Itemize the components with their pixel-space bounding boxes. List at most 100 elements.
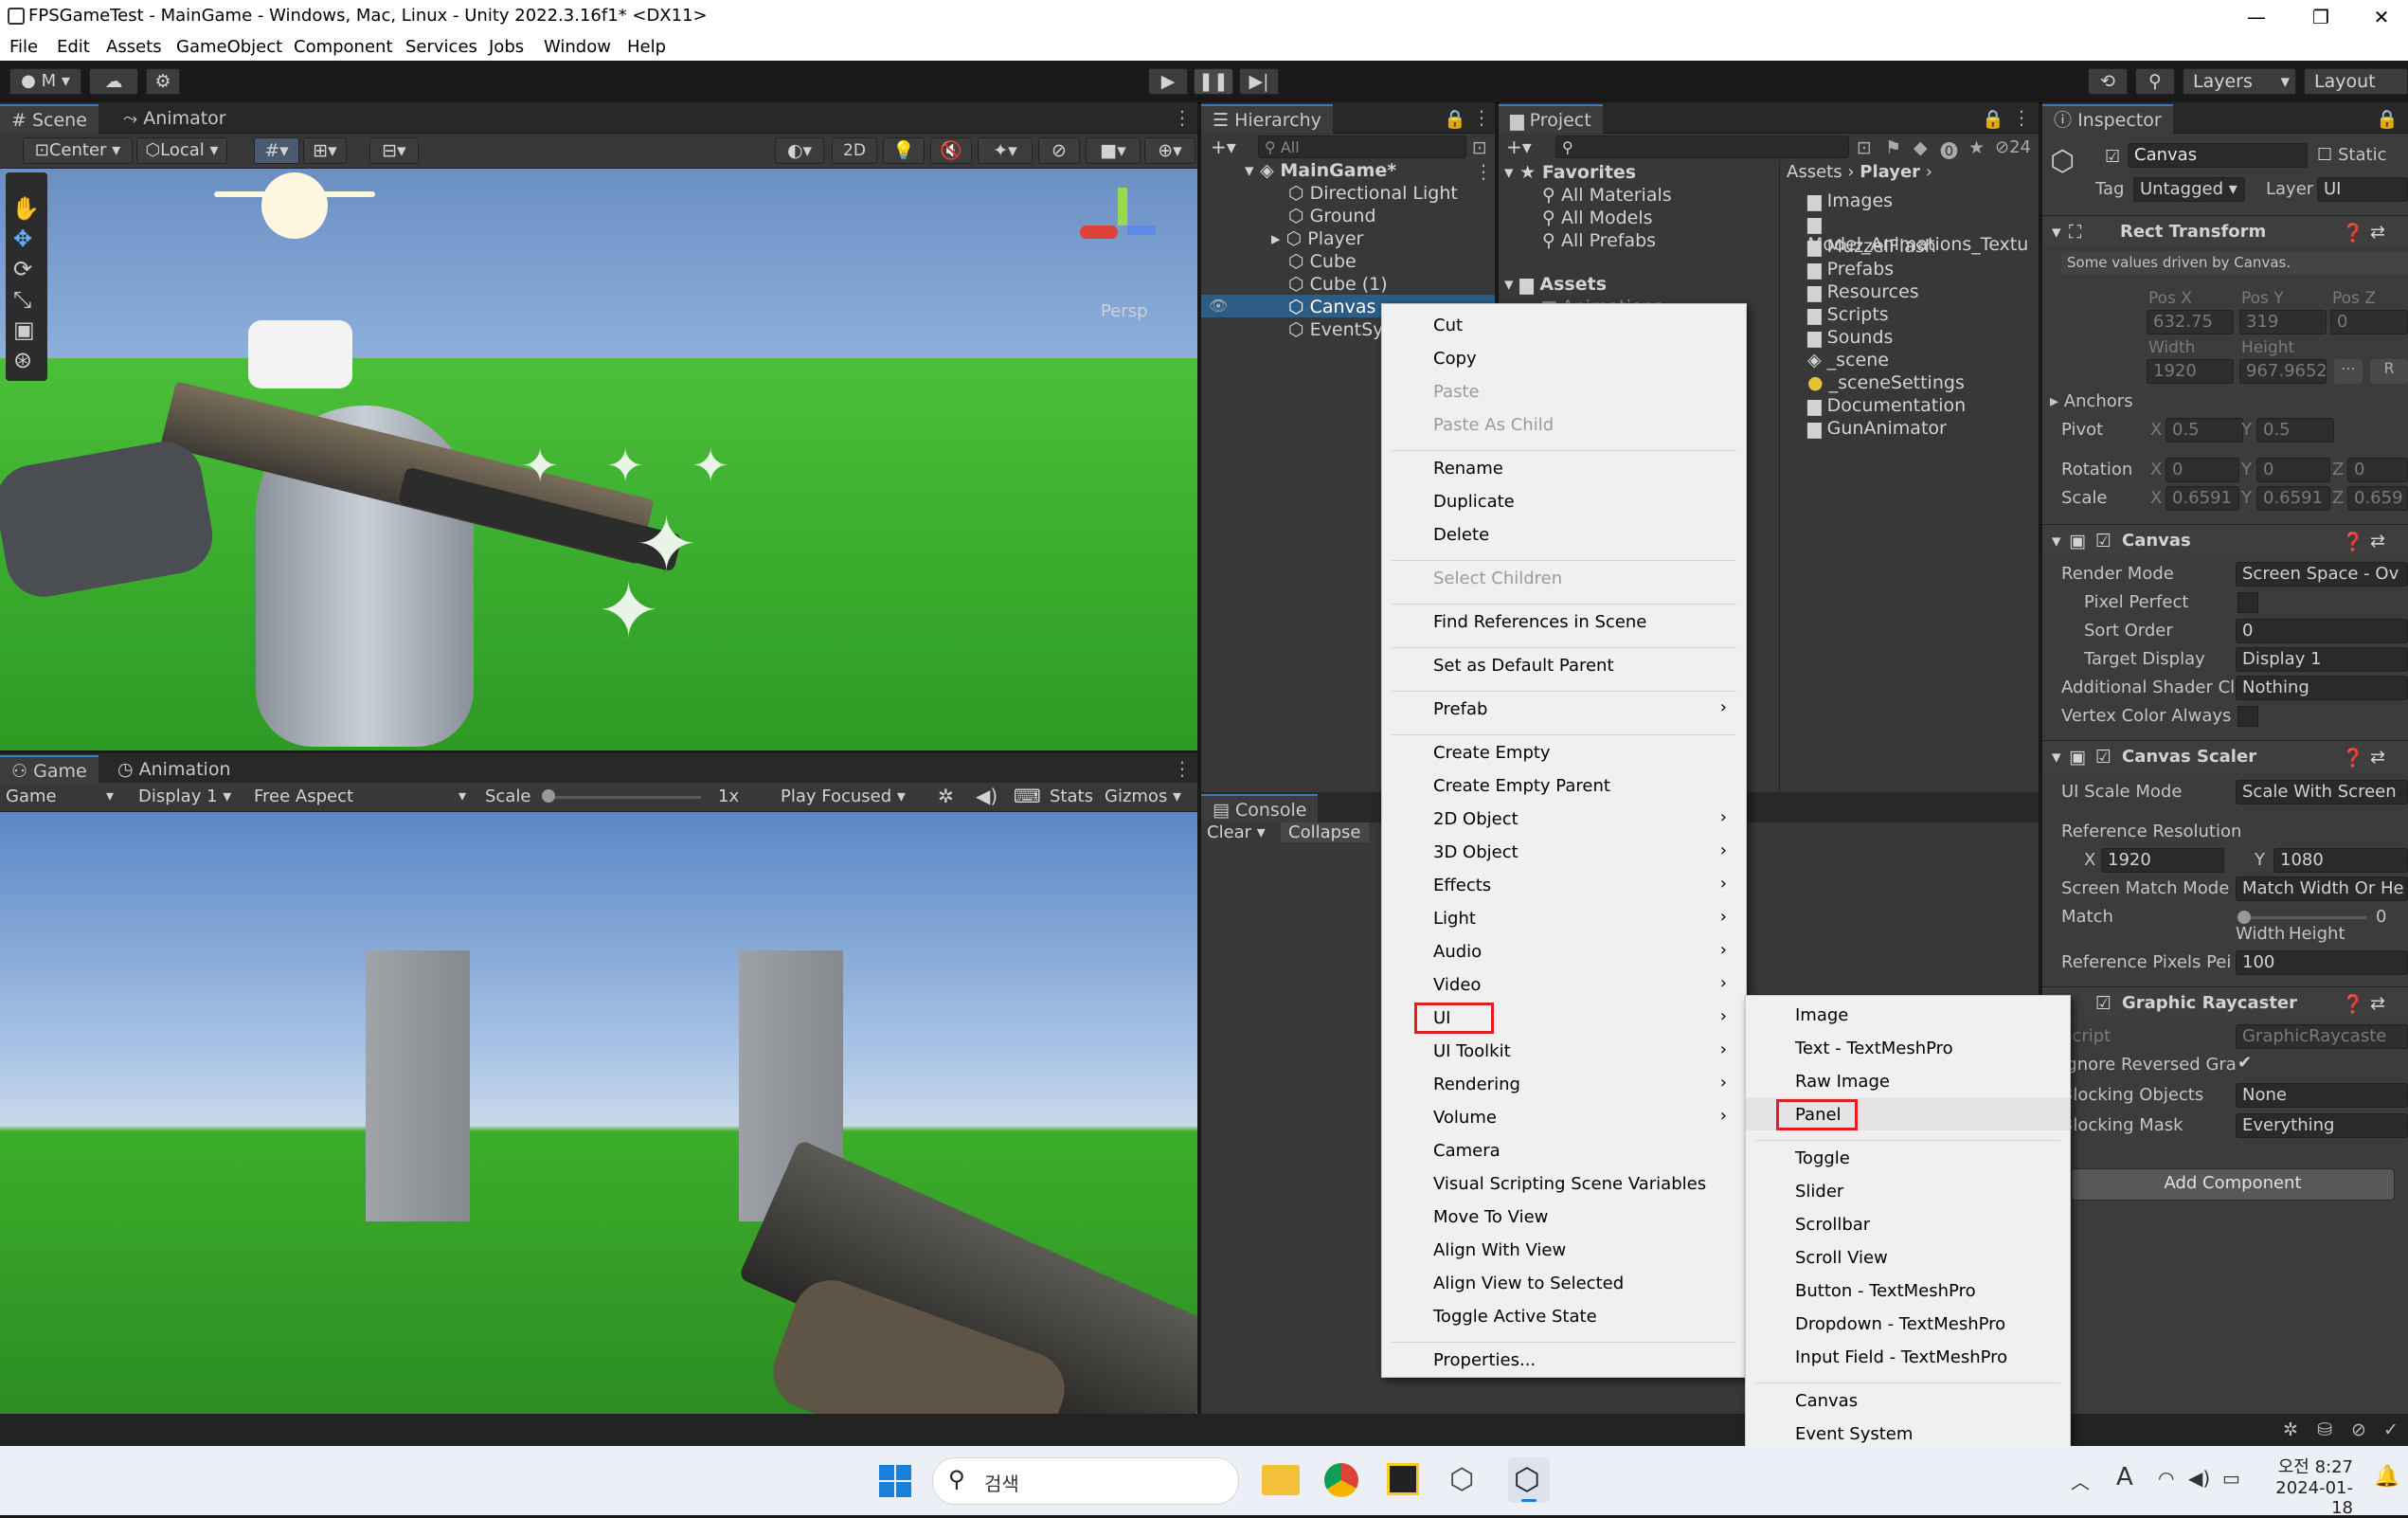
hierarchy-item[interactable]: ⬡ Directional Light [1288,183,1458,204]
context-menu-item-copy[interactable]: Copy [1382,341,1746,374]
context-menu-item-properties[interactable]: Properties... [1382,1343,1746,1376]
rect-tool-icon[interactable]: ▣ [13,316,35,343]
posz-field[interactable]: 0 [2330,310,2408,334]
pivot-center-dropdown[interactable]: ⊡Center ▾ [23,137,133,164]
chrome-icon[interactable] [1324,1463,1358,1497]
assets-header[interactable]: ▾ ▆ Assets [1504,274,1607,295]
tab-hierarchy[interactable]: ☰ Hierarchy [1201,104,1333,135]
favorite-item[interactable]: ⚲ All Prefabs [1542,230,1656,251]
collab-button[interactable]: ⚙ [146,68,180,95]
favorite-item[interactable]: ⚲ All Models [1542,208,1653,228]
notification-bell-icon[interactable]: 🔔 [2374,1465,2399,1489]
battery-icon[interactable]: ▭ [2222,1467,2240,1490]
lock-icon[interactable]: 🔒 [1444,108,1466,130]
layout-dropdown[interactable]: Layout [2304,68,2408,95]
snap-increment-button[interactable]: ⊞▾ [303,137,347,164]
vertex-color-checkbox[interactable] [2237,706,2258,727]
ui-submenu-item-canvas[interactable]: Canvas [1746,1383,2070,1417]
enabled-checkbox[interactable]: ☑ [2095,747,2111,768]
reference-y-field[interactable]: 1080 [2273,848,2408,873]
gizmos-dropdown[interactable]: Gizmos ▾ [1105,786,1181,806]
scale-slider[interactable] [546,796,701,799]
context-menu-item-align-with-view[interactable]: Align With View [1382,1233,1746,1266]
unity-hub-icon[interactable]: ⬡ [1449,1463,1483,1497]
visibility-toggle-button[interactable]: ⊘ [1038,137,1080,164]
enabled-checkbox[interactable]: ☑ [2095,993,2111,1014]
canvas-component-header[interactable]: ▾ ▣ ☑ Canvas ❓ ⇄ [2042,524,2408,557]
progress-icon[interactable]: ⊘ [2351,1419,2366,1440]
ui-submenu-item-panel[interactable]: Panel [1746,1097,2070,1130]
check-icon[interactable]: ✓ [2383,1419,2399,1440]
speaker-icon[interactable]: ◀) [976,785,997,807]
ui-submenu-item-text-textmeshpro[interactable]: Text - TextMeshPro [1746,1031,2070,1064]
project-folder[interactable]: ▆ Images [1807,190,1893,211]
help-icon[interactable]: ❓ [2342,222,2364,244]
scale-x-field[interactable]: 0.6591 [2165,486,2239,511]
undo-history-button[interactable]: ⟲ [2088,68,2128,95]
effects-toggle-button[interactable]: ✦▾ [978,137,1033,164]
windows-start-icon[interactable] [879,1465,911,1497]
alert-icon[interactable]: ⓿ [1940,137,1958,163]
menu-component[interactable]: Component [294,37,393,57]
wifi-icon[interactable]: ◠ [2158,1467,2174,1490]
ui-submenu-item-image[interactable]: Image [1746,998,2070,1031]
menu-file[interactable]: File [9,37,38,57]
project-menu-icon[interactable]: ⋮ [2012,106,2031,129]
gizmos-button[interactable]: ⊕▾ [1144,137,1195,164]
match-value[interactable]: 0 [2376,907,2386,927]
console-collapse-button[interactable]: Collapse [1281,822,1369,842]
match-slider[interactable] [2243,916,2366,919]
preset-icon[interactable]: ⇄ [2370,993,2385,1014]
context-menu-item-effects[interactable]: Effects › [1382,868,1746,901]
menu-assets[interactable]: Assets [106,37,162,57]
scene-root-menu-icon[interactable]: ⋮ [1474,160,1493,183]
context-menu-item-rendering[interactable]: Rendering › [1382,1067,1746,1100]
context-menu-item-2d-object[interactable]: 2D Object › [1382,802,1746,835]
menu-window[interactable]: Window [544,37,611,57]
project-file[interactable]: ◈ _scene [1807,350,1889,370]
camera-settings-button[interactable]: ■▾ [1086,137,1141,164]
raw-edit-button[interactable]: R [2370,359,2408,384]
star-icon[interactable]: ★ [1968,137,1985,158]
ui-submenu-item-raw-image[interactable]: Raw Image [1746,1064,2070,1097]
project-folder[interactable]: ▆ Sounds [1807,327,1893,348]
context-menu-item-set-as-default-parent[interactable]: Set as Default Parent [1382,648,1746,681]
favorites-header[interactable]: ▾ ★ Favorites [1504,162,1636,183]
project-file[interactable]: ▆ GunAnimator [1807,418,1947,439]
reference-x-field[interactable]: 1920 [2101,848,2224,873]
layer-dropdown[interactable]: UI [2317,177,2408,202]
target-display-dropdown[interactable]: Display 1 [2236,647,2408,672]
pixel-perfect-checkbox[interactable] [2237,592,2258,613]
shader-channels-dropdown[interactable]: Nothing [2236,676,2408,700]
close-button[interactable]: ✕ [2353,2,2408,32]
ui-submenu-item-button-textmeshpro[interactable]: Button - TextMeshPro [1746,1274,2070,1307]
active-checkbox[interactable]: ☑ [2105,147,2120,167]
posx-field[interactable]: 632.75 [2147,310,2234,334]
step-button[interactable]: ▶| [1239,68,1279,95]
hierarchy-scene-root[interactable]: ▾ ◈ MainGame* [1245,160,1396,181]
chevron-up-icon[interactable]: ︿ [2071,1467,2090,1494]
project-create-button[interactable]: +▾ [1506,136,1532,158]
tag-dropdown[interactable]: Untagged ▾ [2133,177,2245,202]
context-menu-item-audio[interactable]: Audio › [1382,934,1746,967]
search-button[interactable]: ⚲ [2135,68,2175,95]
graphic-raycaster-header[interactable]: ⛶ ☑ Graphic Raycaster ❓ ⇄ [2042,986,2408,1020]
context-menu-item-delete[interactable]: Delete [1382,517,1746,551]
hierarchy-menu-icon[interactable]: ⋮ [1472,106,1491,129]
anchors-foldout[interactable]: ▸ Anchors [2050,391,2133,411]
context-menu-item-move-to-view[interactable]: Move To View [1382,1200,1746,1233]
sticky-app-icon[interactable] [1387,1463,1419,1495]
sort-order-field[interactable]: 0 [2236,619,2408,643]
tab-scene[interactable]: # Scene [0,104,99,135]
width-field[interactable]: 1920 [2147,359,2234,384]
rot-y-field[interactable]: 0 [2256,458,2330,482]
ui-submenu-item-scroll-view[interactable]: Scroll View [1746,1240,2070,1274]
context-menu-item-3d-object[interactable]: 3D Object › [1382,835,1746,868]
play-mode-dropdown[interactable]: Play Focused ▾ [781,786,906,806]
taskbar-search-box[interactable]: ⚲ 검색 [932,1457,1239,1505]
menu-edit[interactable]: Edit [57,37,90,57]
preset-icon[interactable]: ⇄ [2370,747,2385,768]
add-component-button[interactable]: Add Component [2071,1168,2395,1201]
stats-button[interactable]: Stats [1050,786,1093,806]
hierarchy-item[interactable]: ⬡ Cube [1288,251,1357,272]
